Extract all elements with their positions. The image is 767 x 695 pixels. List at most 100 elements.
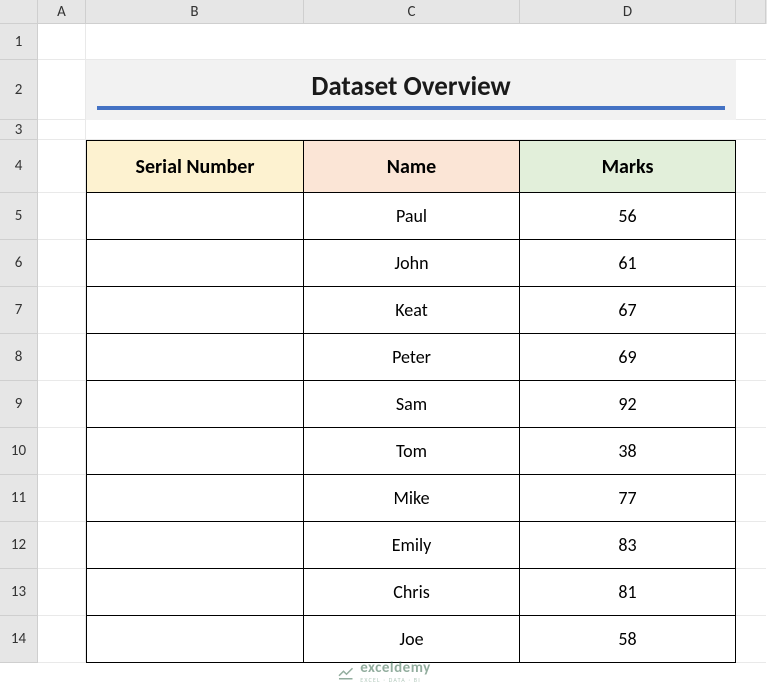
- row-6: 6 John 61: [0, 240, 767, 287]
- cell-e7[interactable]: [736, 287, 766, 334]
- cell-marks[interactable]: 81: [520, 569, 736, 616]
- row-5: 5 Paul 56: [0, 193, 767, 240]
- cell-e6[interactable]: [736, 240, 766, 287]
- col-header-c[interactable]: C: [304, 0, 520, 24]
- cell-serial[interactable]: [86, 287, 304, 334]
- logo-icon: [336, 663, 354, 681]
- cell-marks[interactable]: 67: [520, 287, 736, 334]
- cell-serial[interactable]: [86, 428, 304, 475]
- title-cell[interactable]: Dataset Overview: [86, 60, 736, 120]
- row-header-13[interactable]: 13: [0, 569, 38, 616]
- cell-name[interactable]: Sam: [304, 381, 520, 428]
- row-13: 13 Chris 81: [0, 569, 767, 616]
- cell-a11[interactable]: [38, 475, 86, 522]
- cell-serial[interactable]: [86, 522, 304, 569]
- cell-a10[interactable]: [38, 428, 86, 475]
- row-header-8[interactable]: 8: [0, 334, 38, 381]
- row-header-5[interactable]: 5: [0, 193, 38, 240]
- cell-a13[interactable]: [38, 569, 86, 616]
- row-header-1[interactable]: 1: [0, 24, 38, 60]
- cell-a14[interactable]: [38, 616, 86, 663]
- cell-name[interactable]: Chris: [304, 569, 520, 616]
- cell-serial[interactable]: [86, 381, 304, 428]
- cell-a3[interactable]: [38, 120, 86, 140]
- cell-marks[interactable]: 58: [520, 616, 736, 663]
- cell-a8[interactable]: [38, 334, 86, 381]
- cell-e10[interactable]: [736, 428, 766, 475]
- cell-a1[interactable]: [38, 24, 86, 60]
- spreadsheet: A B C D 1 2 Dataset Overview 3 4 Serial …: [0, 0, 767, 663]
- cell-serial[interactable]: [86, 616, 304, 663]
- cell-e2[interactable]: [736, 60, 766, 120]
- row-10: 10 Tom 38: [0, 428, 767, 475]
- cell-name[interactable]: Tom: [304, 428, 520, 475]
- cell-e14[interactable]: [736, 616, 766, 663]
- cell-marks[interactable]: 56: [520, 193, 736, 240]
- col-header-a[interactable]: A: [38, 0, 86, 24]
- cell-name[interactable]: Peter: [304, 334, 520, 381]
- row-header-2[interactable]: 2: [0, 60, 38, 120]
- watermark-main: exceldemy: [360, 661, 431, 676]
- title-underline: [97, 106, 725, 110]
- col-header-b[interactable]: B: [86, 0, 304, 24]
- cell-a12[interactable]: [38, 522, 86, 569]
- cell-a6[interactable]: [38, 240, 86, 287]
- cell-marks[interactable]: 61: [520, 240, 736, 287]
- cell-name[interactable]: Paul: [304, 193, 520, 240]
- cell-e4[interactable]: [736, 140, 766, 193]
- cell-a5[interactable]: [38, 193, 86, 240]
- page-title: Dataset Overview: [311, 70, 510, 103]
- cell-serial[interactable]: [86, 475, 304, 522]
- col-header-e[interactable]: [736, 0, 766, 24]
- cell-a4[interactable]: [38, 140, 86, 193]
- row-11: 11 Mike 77: [0, 475, 767, 522]
- cell-marks[interactable]: 38: [520, 428, 736, 475]
- cell-marks[interactable]: 69: [520, 334, 736, 381]
- row-7: 7 Keat 67: [0, 287, 767, 334]
- row-2: 2 Dataset Overview: [0, 60, 767, 120]
- cell-marks[interactable]: 92: [520, 381, 736, 428]
- header-serial[interactable]: Serial Number: [86, 140, 304, 193]
- header-name[interactable]: Name: [304, 140, 520, 193]
- row-header-10[interactable]: 10: [0, 428, 38, 475]
- col-header-d[interactable]: D: [520, 0, 736, 24]
- cell-serial[interactable]: [86, 240, 304, 287]
- cell-blank-3[interactable]: [86, 120, 766, 140]
- row-header-6[interactable]: 6: [0, 240, 38, 287]
- cell-e13[interactable]: [736, 569, 766, 616]
- cell-a9[interactable]: [38, 381, 86, 428]
- cell-e5[interactable]: [736, 193, 766, 240]
- row-9: 9 Sam 92: [0, 381, 767, 428]
- cell-name[interactable]: Joe: [304, 616, 520, 663]
- row-4: 4 Serial Number Name Marks: [0, 140, 767, 193]
- cell-serial[interactable]: [86, 193, 304, 240]
- row-header-4[interactable]: 4: [0, 140, 38, 193]
- cell-marks[interactable]: 83: [520, 522, 736, 569]
- row-header-9[interactable]: 9: [0, 381, 38, 428]
- cell-e12[interactable]: [736, 522, 766, 569]
- cell-e11[interactable]: [736, 475, 766, 522]
- column-headers-row: A B C D: [0, 0, 767, 24]
- cell-a2[interactable]: [38, 60, 86, 120]
- cell-e8[interactable]: [736, 334, 766, 381]
- cell-name[interactable]: Mike: [304, 475, 520, 522]
- cell-name[interactable]: Keat: [304, 287, 520, 334]
- row-header-3[interactable]: 3: [0, 120, 38, 140]
- row-1: 1: [0, 24, 767, 60]
- cell-a7[interactable]: [38, 287, 86, 334]
- cell-serial[interactable]: [86, 569, 304, 616]
- select-all-corner[interactable]: [0, 0, 38, 24]
- cell-name[interactable]: Emily: [304, 522, 520, 569]
- row-header-7[interactable]: 7: [0, 287, 38, 334]
- cell-serial[interactable]: [86, 334, 304, 381]
- row-header-14[interactable]: 14: [0, 616, 38, 663]
- row-8: 8 Peter 69: [0, 334, 767, 381]
- cell-marks[interactable]: 77: [520, 475, 736, 522]
- cell-e9[interactable]: [736, 381, 766, 428]
- cell-blank-1[interactable]: [86, 24, 766, 60]
- row-12: 12 Emily 83: [0, 522, 767, 569]
- header-marks[interactable]: Marks: [520, 140, 736, 193]
- row-header-11[interactable]: 11: [0, 475, 38, 522]
- cell-name[interactable]: John: [304, 240, 520, 287]
- row-header-12[interactable]: 12: [0, 522, 38, 569]
